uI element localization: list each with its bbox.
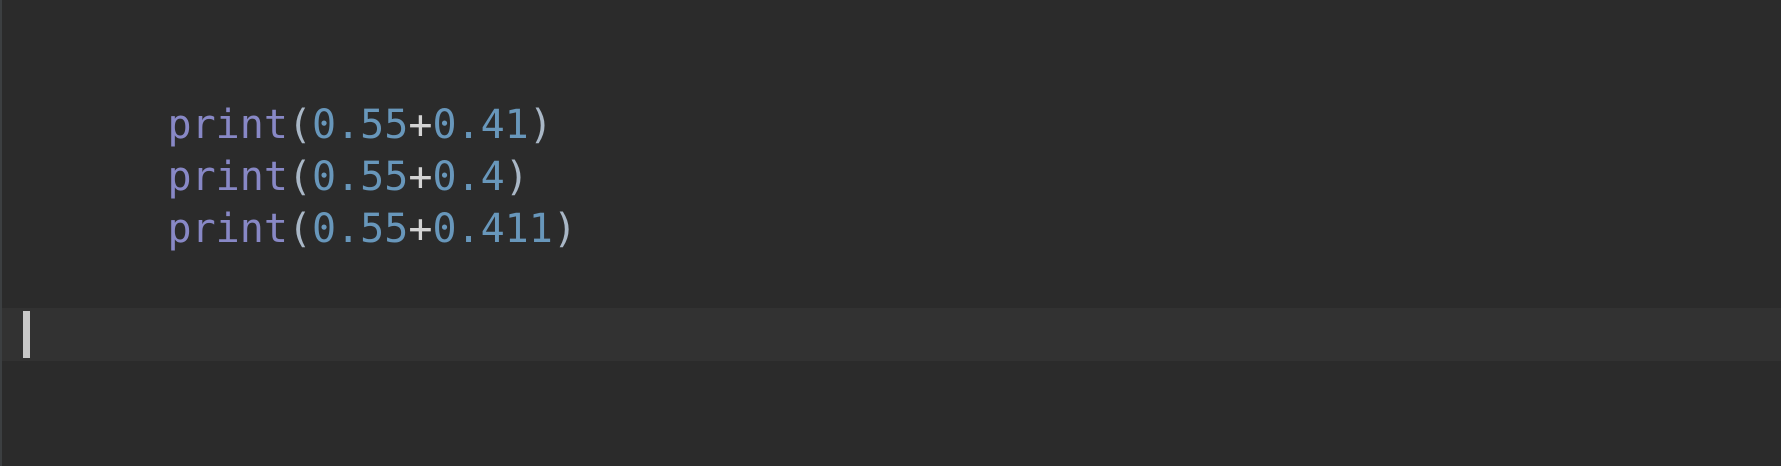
builtin-function: print — [167, 206, 288, 252]
open-paren: ( — [287, 154, 313, 200]
close-paren: ) — [528, 102, 553, 148]
number-literal: 0.55 — [312, 102, 409, 148]
plus-operator: + — [408, 206, 433, 252]
number-literal: 0.41 — [432, 102, 529, 148]
code-editor[interactable]: print(0.55+0.41) print(0.55+0.4) print(0… — [0, 0, 1781, 466]
code-area[interactable]: print(0.55+0.41) print(0.55+0.4) print(0… — [23, 47, 577, 252]
editor-left-border — [0, 0, 2, 466]
number-literal: 0.4 — [432, 154, 505, 200]
close-paren: ) — [552, 206, 577, 252]
number-literal: 0.55 — [312, 206, 409, 252]
number-literal: 0.55 — [312, 154, 409, 200]
builtin-function: print — [167, 154, 288, 200]
code-line-1[interactable]: print(0.55+0.41) — [23, 47, 577, 148]
current-line-highlight — [2, 308, 1781, 361]
open-paren: ( — [287, 102, 313, 148]
plus-operator: + — [408, 102, 433, 148]
text-caret — [23, 311, 30, 358]
close-paren: ) — [504, 154, 529, 200]
plus-operator: + — [408, 154, 433, 200]
number-literal: 0.411 — [432, 206, 553, 252]
open-paren: ( — [287, 206, 313, 252]
builtin-function: print — [167, 102, 288, 148]
